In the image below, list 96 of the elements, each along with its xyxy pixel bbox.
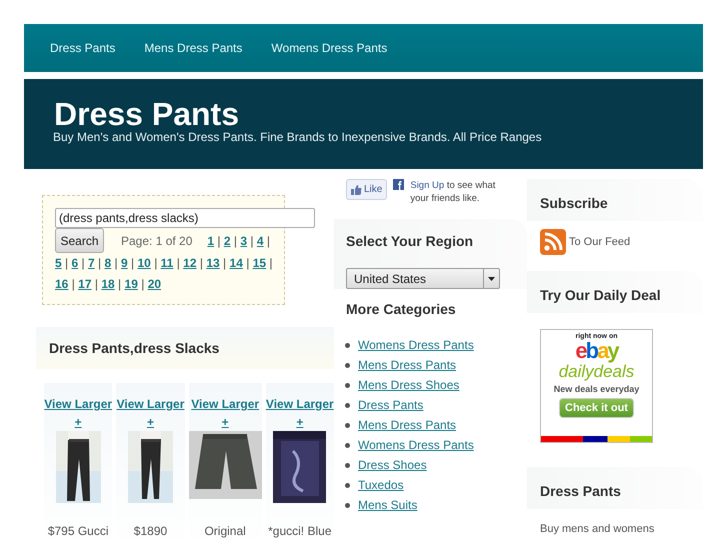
site-tagline: Buy Men's and Women's Dress Pants. Fine Brands to Inexpensive Brands. All Price Ranges [53, 130, 543, 144]
page-link[interactable]: 10 [138, 256, 151, 270]
facebook-text: Sign Up to see what your friends like. [410, 179, 496, 205]
separator: | [223, 256, 226, 270]
bullet [345, 422, 350, 428]
page-link[interactable]: 14 [230, 256, 243, 270]
page-link[interactable]: 2 [224, 234, 231, 248]
page-link[interactable]: 11 [160, 256, 174, 270]
page-link[interactable]: 4 [256, 234, 264, 248]
search-field[interactable]: (dress pants,dress slacks) [55, 208, 315, 228]
separator: | [114, 256, 118, 270]
about-text: Buy mens and womens [540, 523, 656, 535]
separator: | [94, 277, 98, 291]
site-title: Dress Pants [54, 99, 239, 129]
plus-link[interactable]: + [222, 415, 229, 429]
page-link[interactable]: 15 [252, 256, 266, 270]
bullet [345, 342, 350, 348]
plus-link[interactable]: + [146, 415, 154, 429]
bullet [345, 382, 350, 388]
page-link[interactable]: 12 [183, 256, 197, 270]
separator: | [98, 256, 102, 270]
feed-link[interactable]: To Our Feed [569, 236, 630, 248]
separator: | [217, 234, 221, 248]
rss-icon[interactable] [540, 229, 566, 255]
nav-link[interactable]: Womens Dress Pants [271, 41, 388, 55]
page-link[interactable]: 16 [55, 277, 68, 291]
separator: | [131, 256, 134, 270]
bullet [345, 442, 350, 448]
separator: | [234, 234, 238, 248]
bullet [345, 462, 350, 468]
bullet [345, 502, 350, 508]
category-link[interactable]: Mens Dress Pants [358, 418, 456, 432]
separator: | [72, 277, 75, 291]
nav-link[interactable]: Mens Dress Pants [144, 41, 242, 55]
page-link[interactable]: 18 [101, 277, 115, 291]
page-link[interactable]: 20 [148, 277, 162, 291]
view-larger-link[interactable]: View Larger [44, 397, 112, 411]
about-heading: Dress Pants [540, 483, 622, 499]
separator: | [118, 277, 122, 291]
category-link[interactable]: Tuxedos [358, 478, 404, 492]
category-link[interactable]: Dress Pants [358, 398, 424, 412]
separator: | [246, 256, 250, 270]
sign-up-link[interactable]: Sign Up [410, 180, 444, 191]
nav-link[interactable]: Dress Pants [50, 41, 116, 55]
banner-tagline: New deals everyday [554, 384, 640, 394]
page-link[interactable]: 5 [55, 256, 62, 270]
product-price: *gucci! Blue [268, 525, 332, 538]
region-heading: Select Your Region [346, 233, 474, 249]
view-larger-link[interactable]: View Larger [191, 397, 260, 411]
facebook-icon [393, 179, 404, 190]
page-link[interactable]: 7 [88, 256, 95, 270]
separator: | [200, 256, 203, 270]
ebay-logo: ebay [575, 340, 618, 362]
plus-link[interactable]: + [74, 415, 82, 429]
page-link[interactable]: 17 [78, 277, 92, 291]
category-link[interactable]: Mens Dress Shoes [358, 378, 460, 392]
view-larger-link[interactable]: View Larger [266, 397, 334, 411]
view-larger-link[interactable]: View Larger [116, 397, 184, 411]
separator: | [269, 256, 273, 270]
separator: | [266, 234, 270, 248]
deal-heading: Try Our Daily Deal [540, 287, 662, 303]
page-link[interactable]: 13 [206, 256, 220, 270]
separator: | [154, 256, 158, 270]
separator: | [141, 277, 144, 291]
region-select[interactable]: United States [346, 268, 500, 289]
section-heading: Dress Pants,dress Slacks [49, 340, 220, 356]
page-link[interactable]: 9 [121, 256, 128, 270]
plus-link[interactable]: + [296, 415, 304, 429]
category-link[interactable]: Womens Dress Pants [358, 438, 474, 452]
category-link[interactable]: Dress Shoes [358, 458, 427, 472]
category-link[interactable]: Mens Dress Pants [358, 358, 456, 372]
product-price: $1890 [134, 525, 168, 538]
page-label: Page: 1 of 20 [121, 234, 192, 248]
category-link[interactable]: Womens Dress Pants [358, 338, 474, 352]
page-link[interactable]: 3 [240, 234, 248, 248]
separator: | [250, 234, 254, 248]
separator: | [65, 256, 68, 270]
banner-brand: dailydeals [558, 362, 634, 382]
like-button[interactable]: Like [346, 179, 388, 200]
bullet [345, 362, 350, 368]
categories-heading: More Categories [346, 301, 457, 317]
separator: | [82, 256, 85, 270]
bullet [345, 402, 350, 408]
page-link[interactable]: 19 [124, 277, 138, 291]
subscribe-heading: Subscribe [540, 195, 609, 211]
thumbs-up-icon [351, 184, 362, 194]
category-link[interactable]: Mens Suits [358, 498, 418, 512]
product-price: $795 Gucci [48, 525, 109, 538]
page-link[interactable]: 6 [72, 256, 78, 270]
page-link[interactable]: 8 [104, 256, 112, 270]
search-button[interactable]: Search [55, 228, 104, 253]
check-it-out-button[interactable]: Check it out [559, 398, 634, 418]
separator: | [176, 256, 180, 270]
product-price: Original [204, 525, 246, 538]
page-link[interactable]: 1 [207, 234, 214, 248]
bullet [345, 482, 350, 488]
